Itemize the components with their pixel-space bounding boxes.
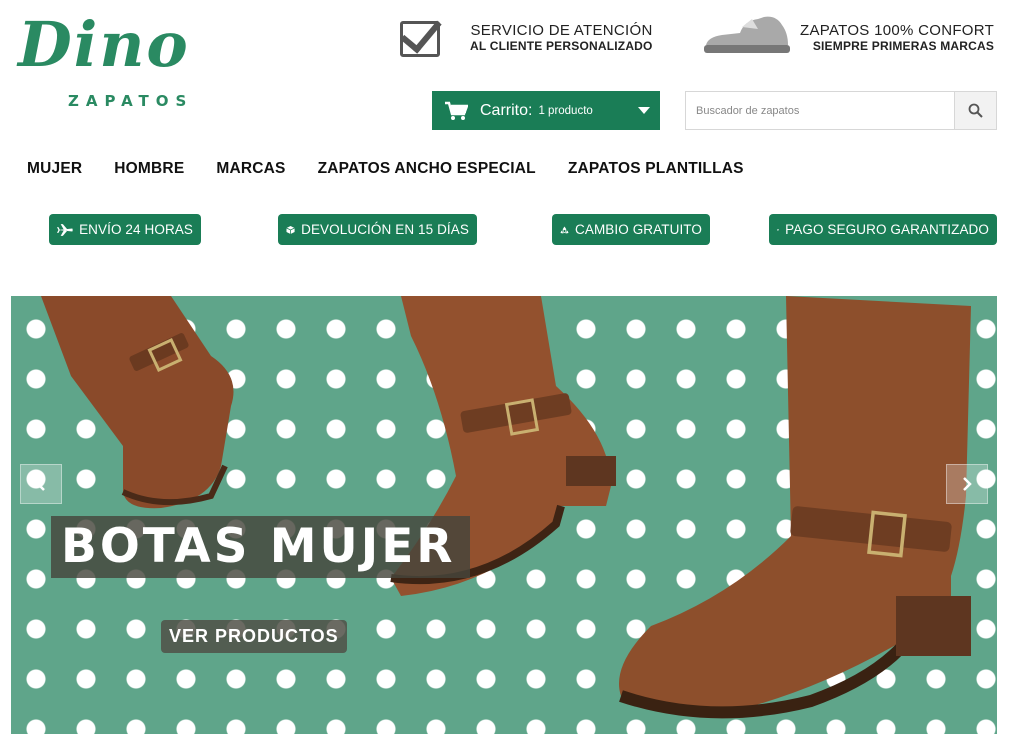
feature-badge-secure-payment[interactable]: PAGO SEGURO GARANTIZADO [769,214,997,245]
credit-card-icon [777,228,780,231]
carousel-next-button[interactable] [946,464,988,504]
nav-item-plantillas[interactable]: ZAPATOS PLANTILLAS [568,160,744,178]
cart-label: Carrito: [480,101,533,119]
shoe-icon [704,16,790,53]
banner-title: BOTAS MUJER [51,516,470,578]
feature-label: PAGO SEGURO GARANTIZADO [785,222,989,237]
cart-count: 1 producto [538,104,593,117]
carousel-prev-button[interactable] [20,464,62,504]
search-input[interactable] [686,92,954,129]
search-icon [968,103,983,118]
feature-badge-shipping[interactable]: ENVÍO 24 HORAS [49,214,201,245]
site-logo[interactable]: Dino ZAPATOS [18,14,218,114]
search-bar [685,91,997,130]
hero-banner[interactable]: BOTAS MUJER VER PRODUCTOS [11,296,997,734]
recycle-icon [560,226,569,233]
boot-image-left [41,296,234,509]
nav-item-mujer[interactable]: MUJER [27,160,82,178]
promo-title: ZAPATOS 100% CONFORT [800,21,995,39]
promo-subtitle: AL CLIENTE PERSONALIZADO [470,38,653,53]
feature-label: CAMBIO GRATUITO [574,222,702,237]
cart-icon [445,101,468,120]
nav-item-marcas[interactable]: MARCAS [216,160,285,178]
promo-comfort: ZAPATOS 100% CONFORT SIEMPRE PRIMERAS MA… [702,12,994,62]
promo-subtitle: SIEMPRE PRIMERAS MARCAS [812,38,995,53]
chevron-right-icon [963,477,972,491]
cart-button[interactable]: Carrito: 1 producto [432,91,660,130]
chevron-left-icon [36,477,45,491]
nav-item-ancho-especial[interactable]: ZAPATOS ANCHO ESPECIAL [318,160,536,178]
feature-label: ENVÍO 24 HORAS [79,222,193,237]
airplane-icon [57,223,73,236]
view-products-button[interactable]: VER PRODUCTOS [161,620,347,653]
feature-badge-exchange[interactable]: CAMBIO GRATUITO [552,214,710,245]
box-icon [286,225,295,234]
logo-wordmark: Dino [18,8,190,81]
search-button[interactable] [954,92,996,129]
checkbox-icon [398,10,448,59]
feature-label: DEVOLUCIÓN EN 15 DÍAS [301,222,469,237]
promo-title: SERVICIO DE ATENCIÓN [470,21,653,39]
nav-item-hombre[interactable]: HOMBRE [114,160,184,178]
boot-image-right [619,296,971,719]
logo-subtitle: ZAPATOS [68,92,194,110]
chevron-down-icon[interactable] [638,107,650,114]
main-nav: MUJER HOMBRE MARCAS ZAPATOS ANCHO ESPECI… [27,160,776,178]
boots-illustration [41,296,971,719]
feature-badge-returns[interactable]: DEVOLUCIÓN EN 15 DÍAS [278,214,477,245]
promo-customer-service: SERVICIO DE ATENCIÓN AL CLIENTE PERSONAL… [398,10,653,62]
